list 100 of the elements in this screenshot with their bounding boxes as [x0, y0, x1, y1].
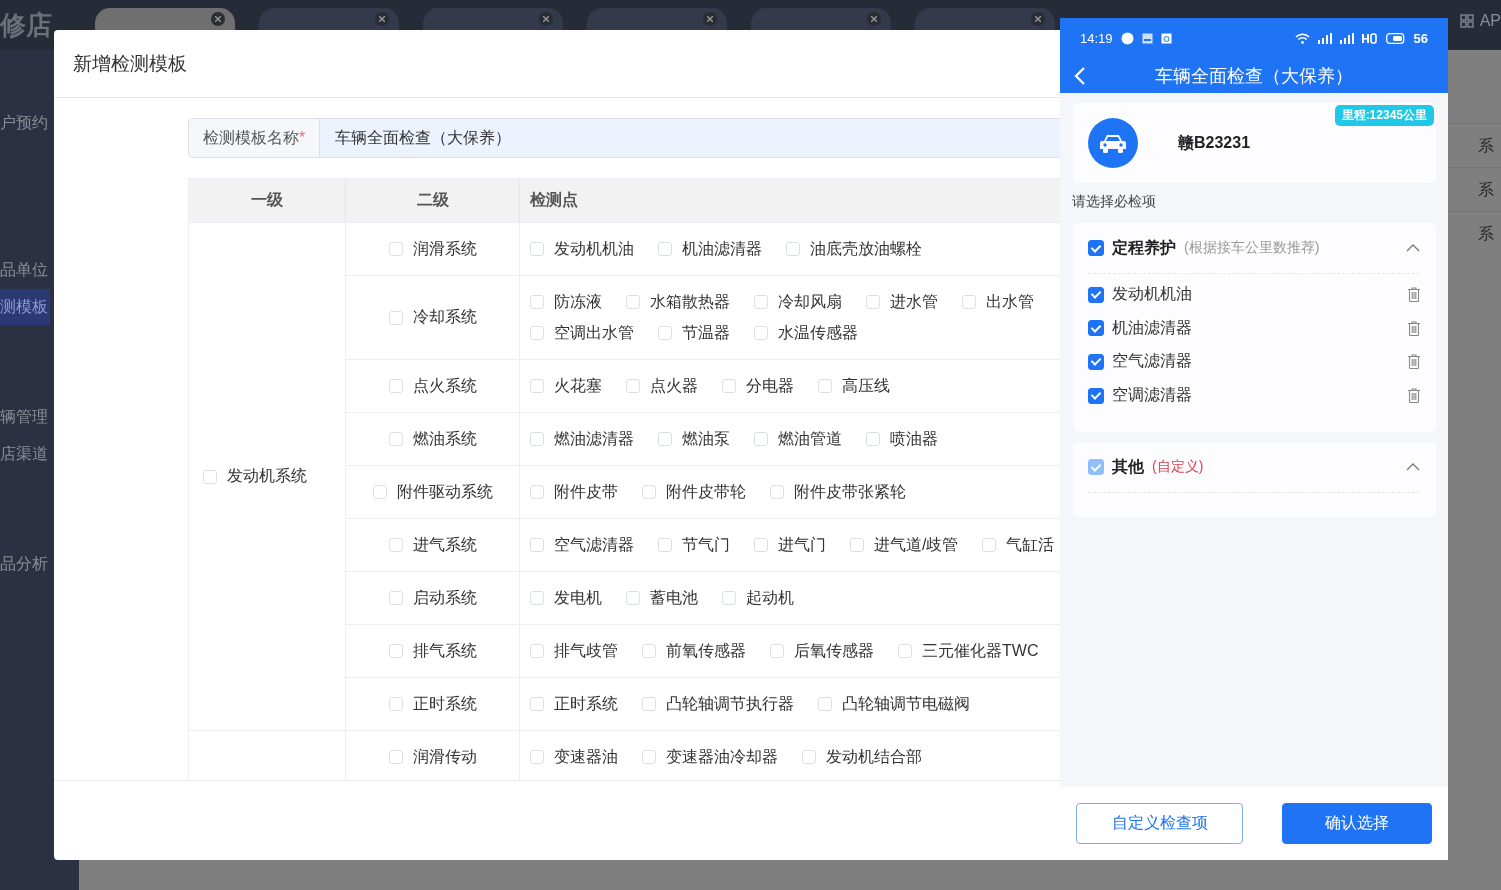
checkbox-label: 进气系统 [412, 534, 477, 555]
checkbox-label: 前氧传感器 [666, 640, 746, 661]
sidebar-item[interactable]: 店渠道 [0, 436, 50, 472]
checkbox-label: 进气门 [778, 534, 826, 555]
trash-icon[interactable] [1408, 388, 1420, 404]
car-icon [1088, 118, 1138, 168]
sidebar-item[interactable]: 测模板 [0, 289, 50, 325]
checkbox-label: 水温传感器 [778, 322, 858, 343]
checkbox-label: 启动系统 [412, 587, 477, 608]
trash-icon[interactable] [1408, 320, 1420, 336]
checkbox-label: 正时系统 [412, 693, 477, 714]
checkbox-label: 空调出水管 [554, 322, 634, 343]
checkbox-label: 附件皮带张紧轮 [794, 481, 906, 502]
network-icon [1361, 32, 1378, 44]
checkbox-label: 蓄电池 [650, 587, 698, 608]
checkbox-label: 润滑传动 [412, 746, 477, 767]
section-prompt: 请选择必检项 [1072, 193, 1157, 211]
license-plate: 赣B23231 [1178, 132, 1251, 153]
checkbox-label: 起动机 [746, 587, 794, 608]
checkbox-label: 分电器 [746, 375, 794, 396]
dot-icon [1120, 31, 1134, 45]
section-note: (自定义) [1152, 458, 1204, 477]
checkbox[interactable] [1088, 286, 1104, 303]
checkbox-label: 冷却风扇 [778, 291, 842, 312]
checkbox-label: 燃油泵 [682, 428, 730, 449]
checkbox-label: 机油滤清器 [682, 238, 762, 259]
checkbox-label: 点火器 [650, 375, 698, 396]
trash-icon[interactable] [1408, 287, 1420, 303]
checkbox-label: 节温器 [682, 322, 730, 343]
checkbox-label: 水箱散热器 [650, 291, 730, 312]
section-title: 定程养护 [1112, 237, 1176, 258]
sidebar-item[interactable]: 辆管理 [0, 399, 50, 435]
checkbox-label: 出水管 [986, 291, 1034, 312]
checkbox-label: 燃油系统 [412, 428, 477, 449]
close-icon[interactable] [867, 12, 881, 26]
sidebar-item[interactable]: 户预约 [0, 105, 50, 141]
status-time: 14:19 [1080, 30, 1113, 46]
checkbox-label: 节气门 [682, 534, 730, 555]
checkbox-label: 高压线 [842, 375, 890, 396]
app-icon [1160, 32, 1172, 44]
close-icon[interactable] [375, 12, 389, 26]
checkbox-label: 空气滤清器 [554, 534, 634, 555]
close-icon[interactable] [539, 12, 553, 26]
checkbox-label: 气缸活 [1006, 534, 1055, 555]
checkbox-label: 正时系统 [554, 693, 618, 714]
signal-icon [1339, 32, 1354, 44]
sidebar-item[interactable]: 品单位 [0, 252, 50, 288]
checkbox-label: 变速器油冷却器 [666, 746, 778, 767]
checkbox-label: 三元催化器TWC [922, 640, 1039, 661]
checkbox-label: 发电机 [554, 587, 602, 608]
checkbox-label: 附件皮带 [554, 481, 618, 502]
battery-level: 56 [1413, 30, 1428, 46]
close-icon[interactable] [211, 12, 225, 26]
checkbox-label: 润滑系统 [412, 238, 477, 259]
confirm-button[interactable]: 确认选择 [1282, 803, 1432, 844]
column-header: 一级 [189, 179, 346, 222]
checkbox-label: 发动机机油 [554, 238, 634, 259]
mileage-badge: 里程:12345公里 [1334, 105, 1434, 126]
checklist-item: 空调滤清器 [1112, 385, 1192, 406]
sidebar-item[interactable]: 品分析 [0, 546, 50, 582]
trash-icon[interactable] [1408, 354, 1420, 370]
checkbox-label: 点火系统 [412, 375, 477, 396]
column-header: 二级 [346, 179, 520, 222]
checkbox-label: 燃油滤清器 [554, 428, 634, 449]
chevron-icon[interactable] [1406, 244, 1420, 252]
checkbox[interactable] [1088, 354, 1104, 370]
logo-text: 修店 [0, 9, 53, 42]
menu-link[interactable]: AP [1479, 12, 1501, 30]
section-title: 其他 [1112, 456, 1144, 477]
checkbox-label: 进气道/歧管 [874, 534, 959, 555]
checkbox[interactable] [1088, 387, 1104, 404]
checklist-item: 机油滤清器 [1112, 317, 1192, 338]
checkbox[interactable] [1088, 240, 1104, 256]
checkbox-label: 火花塞 [554, 375, 602, 396]
checkbox-label: 防冻液 [554, 291, 602, 312]
checkbox-label: 油底壳放油螺栓 [810, 238, 922, 259]
checkbox-label: 排气歧管 [554, 640, 618, 661]
checkbox-label: 后氧传感器 [794, 640, 874, 661]
checkbox[interactable] [1088, 320, 1104, 337]
signal-icon [1317, 32, 1332, 44]
checkbox-label: 变速器油 [554, 746, 618, 767]
checkbox-label: 排气系统 [412, 640, 477, 661]
checkbox-label: 附件皮带轮 [666, 481, 746, 502]
image-icon [1141, 32, 1153, 44]
close-icon[interactable] [703, 12, 717, 26]
checkbox-label: 凸轮轴调节电磁阀 [842, 693, 970, 714]
wifi-icon [1294, 32, 1310, 44]
checkbox-label: 进水管 [890, 291, 938, 312]
checklist-item: 空气滤清器 [1112, 351, 1192, 372]
page-title: 车辆全面检查（大保养） [1155, 64, 1353, 88]
checkbox-label: 发动机结合部 [826, 746, 922, 767]
checkbox-label: 冷却系统 [412, 307, 477, 327]
checkbox-label: 凸轮轴调节执行器 [666, 693, 794, 714]
battery-icon [1385, 32, 1406, 44]
column-header: 检测点 [529, 190, 579, 210]
checklist-item: 发动机机油 [1112, 284, 1192, 305]
grid-icon[interactable] [1459, 14, 1474, 28]
close-icon[interactable] [1031, 12, 1045, 26]
checkbox-label: 发动机系统 [227, 466, 307, 486]
custom-item-button[interactable]: 自定义检查项 [1076, 803, 1243, 844]
